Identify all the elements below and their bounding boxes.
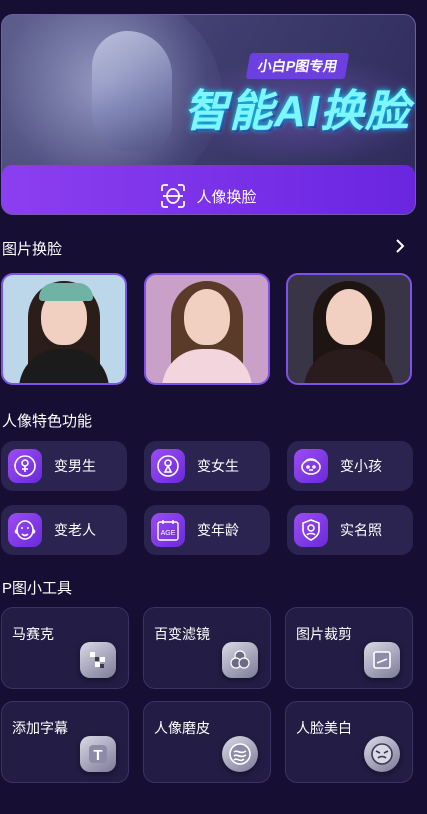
tool-filter[interactable]: 百变滤镜 — [143, 607, 271, 689]
feature-age-label: 变年龄 — [197, 522, 239, 538]
feature-elder-label: 变老人 — [54, 522, 96, 538]
feature-female[interactable]: 变女生 — [144, 441, 270, 491]
face-scan-icon — [161, 184, 186, 208]
hero-banner[interactable]: 小白P图专用 智能AI换脸 人像换脸 — [1, 14, 416, 215]
tool-subtitle[interactable]: 添加字幕 T — [1, 701, 129, 783]
feature-female-label: 变女生 — [197, 458, 239, 474]
face-swap-label: 人像换脸 — [196, 188, 257, 206]
female-icon — [151, 449, 185, 483]
feature-child-label: 变小孩 — [340, 458, 382, 474]
feature-male-label: 变男生 — [54, 458, 96, 474]
feature-child[interactable]: 变小孩 — [287, 441, 413, 491]
photo-card-3[interactable] — [286, 273, 412, 385]
male-icon — [8, 449, 42, 483]
feature-male[interactable]: 变男生 — [1, 441, 127, 491]
feature-id-photo-label: 实名照 — [340, 522, 382, 538]
child-icon — [294, 449, 328, 483]
feature-age[interactable]: AGE 变年龄 — [144, 505, 270, 555]
tool-crop-label: 图片裁剪 — [296, 626, 352, 642]
filter-icon — [222, 642, 258, 678]
features-section-title: 人像特色功能 — [2, 413, 93, 430]
tool-mosaic[interactable]: 马赛克 — [1, 607, 129, 689]
tool-mosaic-label: 马赛克 — [12, 626, 54, 642]
mosaic-icon — [80, 642, 116, 678]
feature-id-photo[interactable]: 实名照 — [287, 505, 413, 555]
age-icon-text: AGE — [161, 530, 176, 537]
tool-smooth-skin[interactable]: 人像磨皮 — [143, 701, 271, 783]
text-icon-glyph: T — [93, 747, 102, 764]
smooth-skin-icon — [222, 736, 258, 772]
photo-section-title: 图片换脸 — [2, 241, 63, 258]
photo-2-face — [184, 289, 230, 345]
elder-icon — [8, 513, 42, 547]
crop-icon — [364, 642, 400, 678]
age-icon: AGE — [151, 513, 185, 547]
chevron-right-icon[interactable] — [394, 238, 406, 254]
photo-card-1[interactable] — [1, 273, 127, 385]
photo-card-2[interactable] — [144, 273, 270, 385]
feature-elder[interactable]: 变老人 — [1, 505, 127, 555]
tool-subtitle-label: 添加字幕 — [12, 720, 68, 736]
photo-3-face — [326, 289, 372, 345]
face-swap-button[interactable]: 人像换脸 — [2, 165, 415, 214]
whitening-icon — [364, 736, 400, 772]
tool-crop[interactable]: 图片裁剪 — [285, 607, 413, 689]
tool-filter-label: 百变滤镜 — [154, 626, 210, 642]
tool-whitening[interactable]: 人脸美白 — [285, 701, 413, 783]
tools-section-title: P图小工具 — [2, 580, 73, 597]
banner-title: 智能AI换脸 — [184, 87, 410, 136]
id-photo-icon — [294, 513, 328, 547]
photo-1-cap — [39, 283, 93, 301]
tool-smooth-skin-label: 人像磨皮 — [154, 720, 210, 736]
tool-whitening-label: 人脸美白 — [296, 720, 352, 736]
text-icon: T — [80, 736, 116, 772]
ai-head-illustration — [92, 31, 172, 151]
